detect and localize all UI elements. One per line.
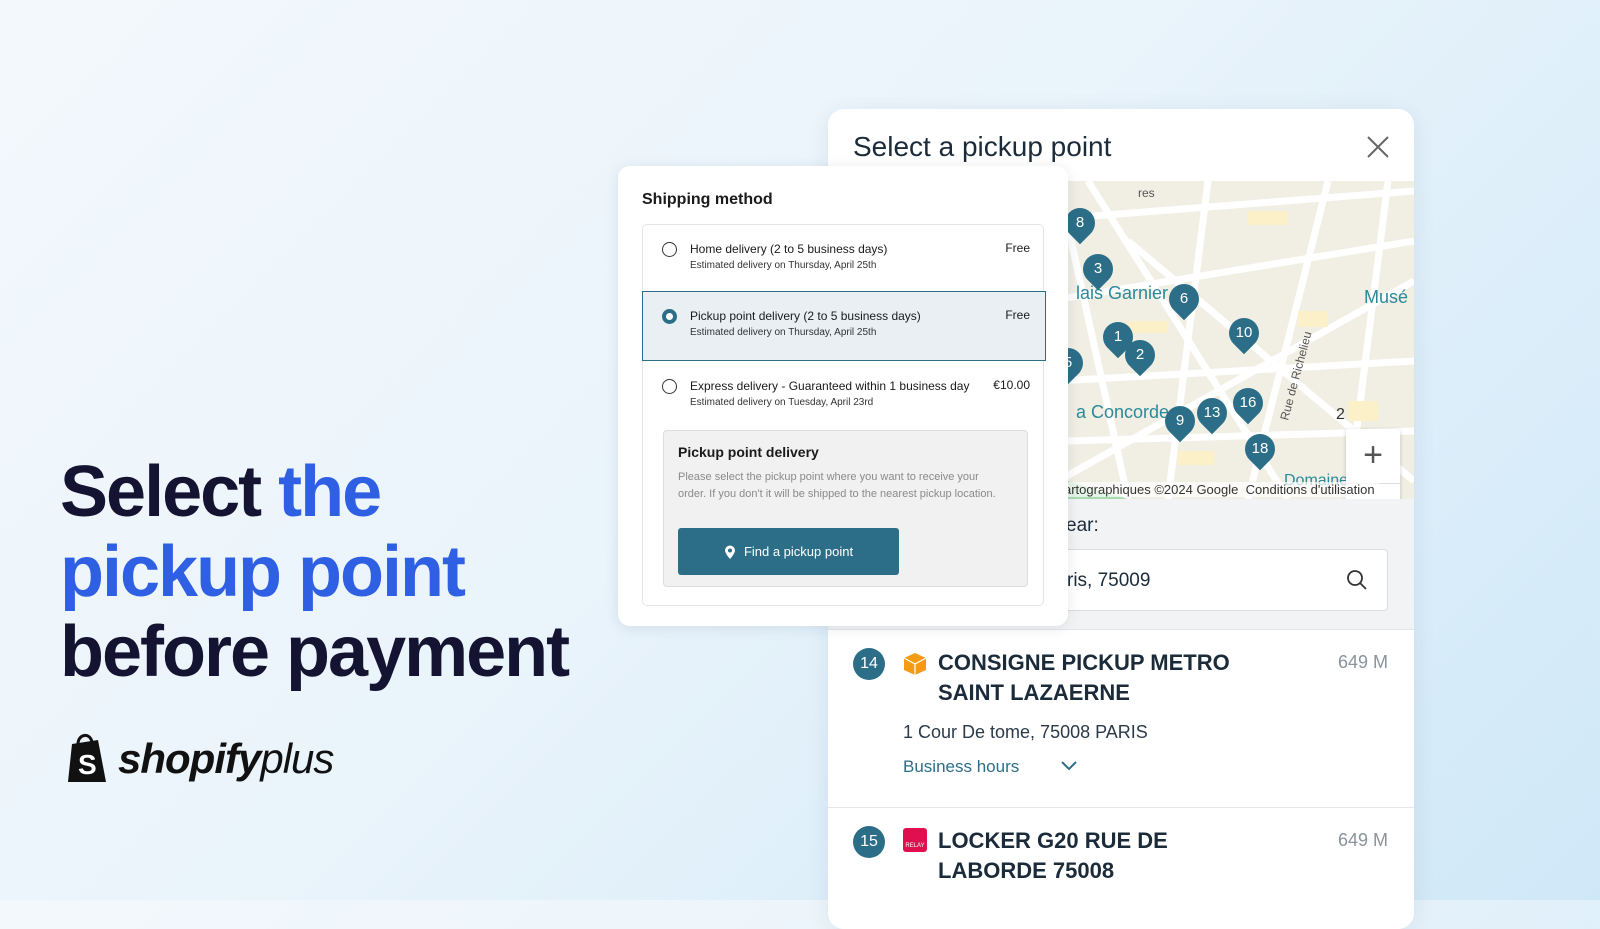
option-title: Express delivery - Guaranteed within 1 b… <box>690 379 970 393</box>
headline-text: before payment <box>60 612 570 692</box>
pickup-name: LOCKER G20 RUE DE LABORDE 75008 <box>938 828 1168 883</box>
map-label-garnier: lais Garnier <box>1076 283 1168 303</box>
headline-text: Select <box>60 452 279 532</box>
close-icon[interactable] <box>1364 133 1392 161</box>
pickup-number-badge: 15 <box>853 826 885 858</box>
map-marker-6[interactable]: 6 <box>1162 277 1206 321</box>
pickup-box-text: Please select the pickup point where you… <box>678 471 996 500</box>
pickup-box-title: Pickup point delivery <box>678 444 819 460</box>
chevron-down-icon <box>1061 761 1077 771</box>
shipping-title: Shipping method <box>642 191 773 208</box>
map-label-concorde: a Concorde <box>1076 402 1169 422</box>
map-scale-label: 2 <box>1336 406 1345 423</box>
search-label: ear: <box>1066 515 1099 536</box>
radio-button-selected[interactable] <box>662 309 677 324</box>
svg-text:S: S <box>78 749 97 780</box>
map-marker-13[interactable]: 13 <box>1190 391 1234 435</box>
option-subtitle: Estimated delivery on Thursday, April 25… <box>690 327 877 338</box>
shipping-options: Home delivery (2 to 5 business days) Est… <box>642 224 1046 606</box>
shipping-option-express[interactable]: Express delivery - Guaranteed within 1 b… <box>643 362 1045 432</box>
option-price: Free <box>1005 308 1030 322</box>
headline-highlight: the <box>278 452 382 532</box>
package-carrier-icon <box>903 653 927 675</box>
pickup-distance: 649 M <box>1337 830 1388 850</box>
option-subtitle: Estimated delivery on Tuesday, April 23r… <box>690 397 874 408</box>
option-price: Free <box>1005 241 1030 255</box>
pickup-point-info-box: Pickup point delivery Please select the … <box>663 430 1028 587</box>
pickup-number-badge: 14 <box>853 648 885 680</box>
logo-suffix: plus <box>260 735 334 782</box>
terms-link[interactable]: Conditions d'utilisation <box>1246 482 1375 497</box>
map-marker-2[interactable]: 2 <box>1118 333 1162 377</box>
radio-button[interactable] <box>662 242 677 257</box>
option-title: Home delivery (2 to 5 business days) <box>690 242 888 256</box>
pickup-address: 1 Cour De tome, 75008 PARIS <box>903 722 1148 742</box>
search-value: ris, 75009 <box>1067 570 1151 591</box>
headline: Select the pickup point before payment <box>60 452 570 692</box>
shopify-plus-logo: S shopifyplus <box>64 732 334 786</box>
option-subtitle: Estimated delivery on Thursday, April 25… <box>690 260 877 271</box>
option-price: €10.00 <box>993 378 1030 392</box>
find-pickup-point-button[interactable]: Find a pickup point <box>678 528 899 575</box>
search-icon[interactable] <box>1345 568 1369 592</box>
logo-brand: shopify <box>118 735 261 782</box>
business-hours-toggle[interactable]: Business hours <box>903 757 1079 777</box>
pickup-name: CONSIGNE PICKUP METRO SAINT LAZAERNE <box>938 650 1230 705</box>
map-marker-16[interactable]: 16 <box>1226 381 1270 425</box>
map-marker-3[interactable]: 3 <box>1076 247 1120 291</box>
shipping-option-home[interactable]: Home delivery (2 to 5 business days) Est… <box>643 225 1045 295</box>
modal-title: Select a pickup point <box>853 131 1112 162</box>
map-label-musee: Musé <box>1364 287 1408 307</box>
zoom-in-button[interactable]: + <box>1346 429 1400 484</box>
pickup-list-item[interactable]: 14 CONSIGNE PICKUP METRO SAINT LAZAERNE … <box>828 629 1414 807</box>
shipping-option-pickup[interactable]: Pickup point delivery (2 to 5 business d… <box>642 291 1046 361</box>
headline-highlight: pickup point <box>60 532 466 612</box>
shipping-method-card: Shipping method Home delivery (2 to 5 bu… <box>618 166 1068 626</box>
map-marker-9[interactable]: 9 <box>1158 399 1202 443</box>
pickup-distance: 649 M <box>1337 652 1388 672</box>
map-attribution: artographiques ©2024 Google Conditions d… <box>1060 482 1379 497</box>
map-marker-18[interactable]: 18 <box>1238 427 1282 471</box>
option-title: Pickup point delivery (2 to 5 business d… <box>690 309 921 323</box>
map-marker-10[interactable]: 10 <box>1222 311 1266 355</box>
shopify-bag-icon: S <box>68 734 106 782</box>
radio-button[interactable] <box>662 379 677 394</box>
map-label-top: res <box>1138 186 1155 200</box>
relay-carrier-icon: RELAY <box>903 828 927 852</box>
map-pin-icon <box>724 545 735 559</box>
pickup-list-item[interactable]: 15 RELAY LOCKER G20 RUE DE LABORDE 75008… <box>828 807 1414 929</box>
